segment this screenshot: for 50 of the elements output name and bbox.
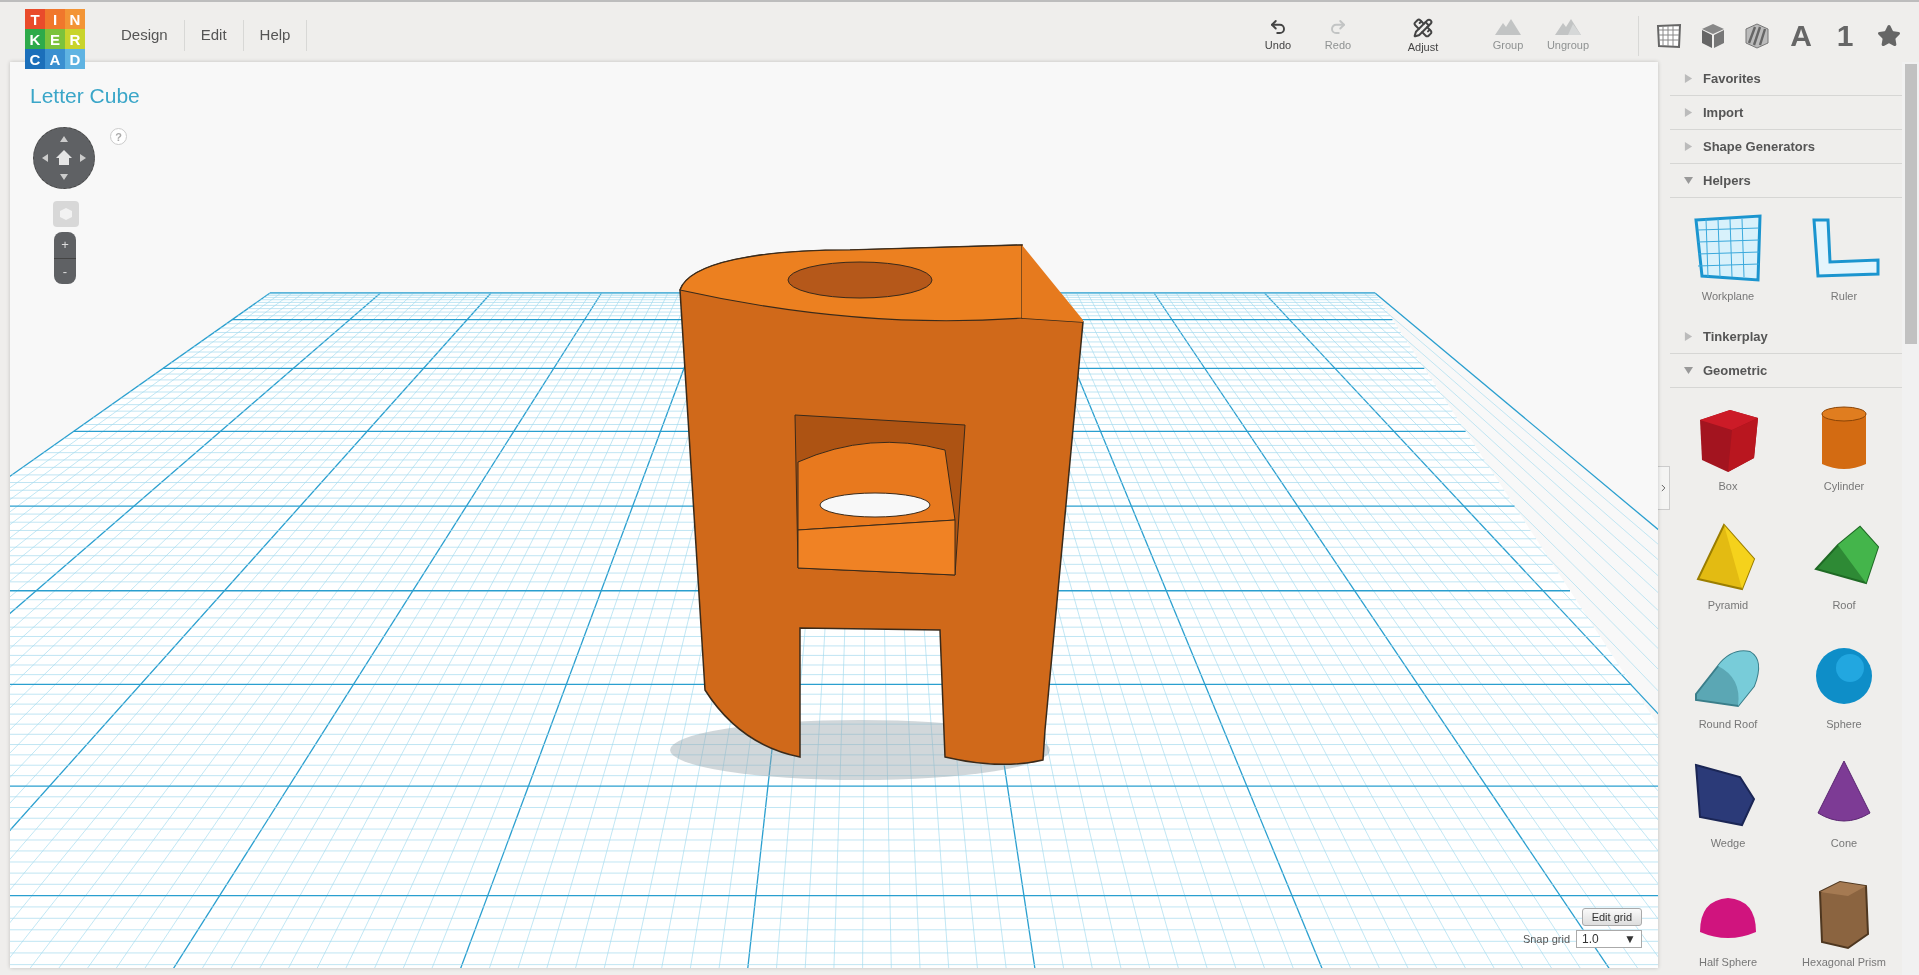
expand-triangle-icon [1684,142,1693,151]
menu-item[interactable]: Design [105,20,185,51]
collapse-triangle-icon [1684,366,1693,375]
logo-letter: N [65,9,85,29]
collapse-triangle-icon [1684,176,1693,185]
ruler-pencil-icon [1413,18,1433,38]
shape-item[interactable]: Ruler [1786,202,1902,316]
logo-letter: A [45,49,65,69]
shape-item[interactable]: Wedge [1670,749,1786,868]
shape-item[interactable]: Round Roof [1670,630,1786,749]
logo-letter: T [25,9,45,29]
group-icon [1494,18,1522,36]
shape-item[interactable]: Roof [1786,511,1902,630]
design-title: Letter Cube [30,84,140,108]
ungroup-icon [1554,18,1582,36]
shape-item[interactable]: Hexagonal Prism [1786,868,1902,975]
undo-icon [1269,18,1287,36]
scrollbar[interactable] [1902,62,1919,975]
logo-letter: I [45,9,65,29]
shape-item[interactable]: Half Sphere [1670,868,1786,975]
shape-item[interactable]: Workplane [1670,202,1786,316]
menu-item[interactable]: Edit [184,20,244,51]
logo-letter: R [65,29,85,49]
zoom-in-button[interactable]: + [54,232,76,259]
shape-item[interactable]: Box [1670,392,1786,511]
zoom-out-button[interactable]: - [54,258,76,284]
logo[interactable]: T I N K E R C A D [25,9,85,69]
snap-grid-label: Snap grid [1522,933,1570,945]
expand-triangle-icon [1684,332,1693,341]
expand-triangle-icon [1684,74,1693,83]
help-button[interactable]: ? [110,128,127,145]
cube-icon [59,207,73,221]
adjust-button[interactable]: Adjust [1368,16,1478,55]
shape-item[interactable]: Sphere [1786,630,1902,749]
redo-icon [1329,18,1347,36]
logo-letter: E [45,29,65,49]
shape-item[interactable]: Cylinder [1786,392,1902,511]
text-shape-button[interactable]: A [1785,21,1817,51]
snap-grid-select[interactable]: 1.0 ▼ [1576,930,1642,948]
menu-item[interactable]: Help [243,20,308,51]
shape-item[interactable]: Pyramid [1670,511,1786,630]
panel-collapse-handle[interactable] [1658,466,1670,510]
expand-triangle-icon [1684,108,1693,117]
logo-letter: C [25,49,45,69]
logo-letter: K [25,29,45,49]
undo-button[interactable]: Undo [1248,16,1308,53]
edit-grid-button[interactable]: Edit grid [1581,908,1642,926]
logo-letter: D [65,49,85,69]
shape-item[interactable]: Cone [1786,749,1902,868]
text-shape-button[interactable]: 1 [1829,21,1861,51]
